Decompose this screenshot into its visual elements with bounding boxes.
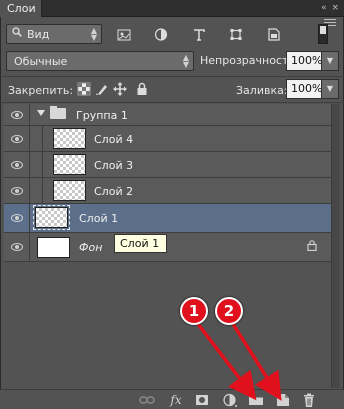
annotation-arrow-1 (196, 322, 257, 401)
annotation-badge-2: 2 (215, 297, 243, 325)
annotation-arrows (196, 322, 282, 401)
annotation-badge-1: 1 (180, 297, 208, 325)
annotation-arrow-2 (231, 323, 282, 401)
